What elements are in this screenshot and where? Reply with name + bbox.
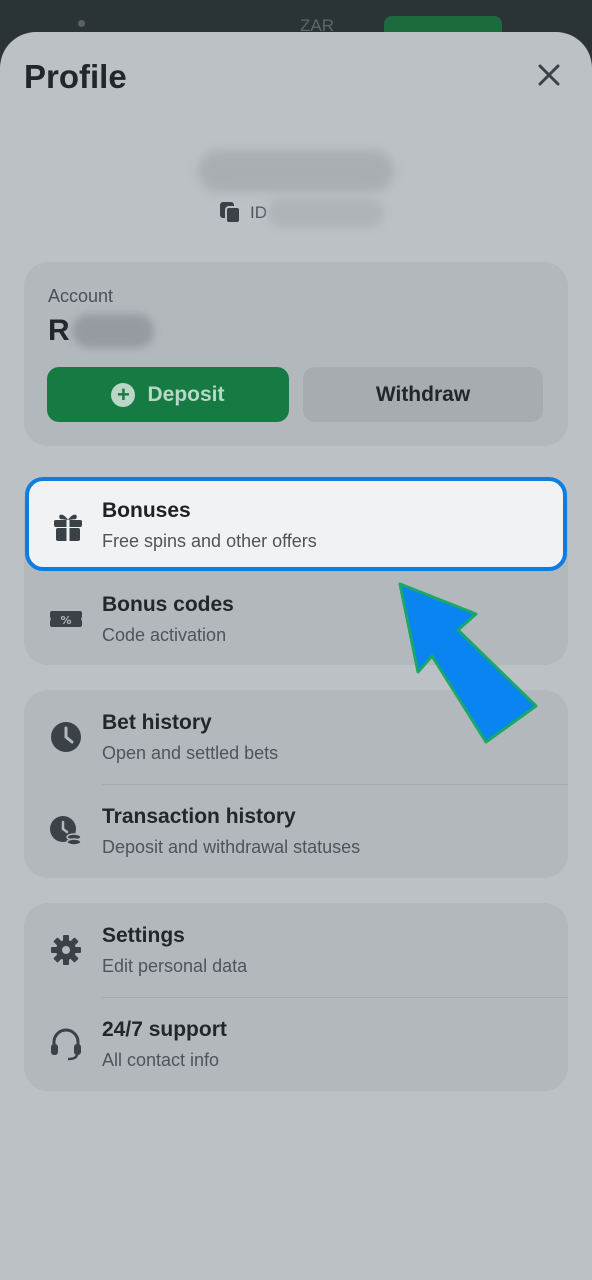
- settings-subtitle: Edit personal data: [102, 956, 248, 976]
- page-title: Profile: [24, 58, 127, 95]
- bet-history-title: Bet history: [102, 711, 212, 734]
- bet-history-subtitle: Open and settled bets: [102, 743, 279, 763]
- bonuses-title: Bonuses: [102, 499, 191, 522]
- clock-coins-icon: [50, 816, 82, 846]
- account-label: Account: [48, 286, 114, 306]
- bonus-codes-subtitle: Code activation: [102, 625, 227, 645]
- bonus-codes-title: Bonus codes: [102, 593, 234, 616]
- menu-item-transaction-history[interactable]: Transaction history Deposit and withdraw…: [24, 784, 568, 878]
- support-title: 24/7 support: [102, 1018, 227, 1041]
- account-card: Account R + Deposit Withdraw: [24, 262, 568, 446]
- headset-icon: [51, 1028, 81, 1061]
- gear-icon: [51, 935, 81, 965]
- deposit-button[interactable]: + Deposit: [47, 367, 289, 422]
- username-redacted: [198, 150, 394, 192]
- coupon-icon: %: [50, 611, 82, 627]
- withdraw-label: Withdraw: [375, 382, 471, 406]
- copy-id-button[interactable]: [218, 200, 244, 226]
- user-id-redacted: [268, 198, 384, 228]
- withdraw-button[interactable]: Withdraw: [303, 367, 543, 422]
- copy-icon: [220, 202, 241, 224]
- transaction-history-title: Transaction history: [102, 805, 296, 828]
- svg-text:%: %: [60, 614, 71, 627]
- settings-card: Settings Edit personal data 24/7 support…: [24, 903, 568, 1091]
- user-id-label: ID: [250, 203, 267, 222]
- balance-currency: R: [48, 314, 70, 347]
- settings-title: Settings: [102, 924, 185, 947]
- background-dot: [78, 20, 85, 27]
- support-subtitle: All contact info: [102, 1050, 220, 1070]
- clock-icon: [51, 722, 81, 752]
- close-icon: [538, 64, 560, 86]
- close-button[interactable]: [534, 60, 564, 90]
- deposit-label: Deposit: [147, 382, 225, 406]
- menu-item-bonuses[interactable]: Bonuses Free spins and other offers: [25, 477, 567, 571]
- transaction-history-subtitle: Deposit and withdrawal statuses: [102, 837, 361, 857]
- bonuses-subtitle: Free spins and other offers: [102, 531, 317, 551]
- profile-sheet: Profile ID Account R + Deposit Withdraw …: [0, 32, 592, 1280]
- gift-icon: [54, 514, 82, 541]
- plus-icon: +: [111, 382, 136, 407]
- balance-redacted: [72, 314, 154, 348]
- menu-item-support[interactable]: 24/7 support All contact info: [24, 997, 568, 1091]
- pointer-arrow-icon: [398, 582, 538, 744]
- menu-item-settings[interactable]: Settings Edit personal data: [24, 903, 568, 997]
